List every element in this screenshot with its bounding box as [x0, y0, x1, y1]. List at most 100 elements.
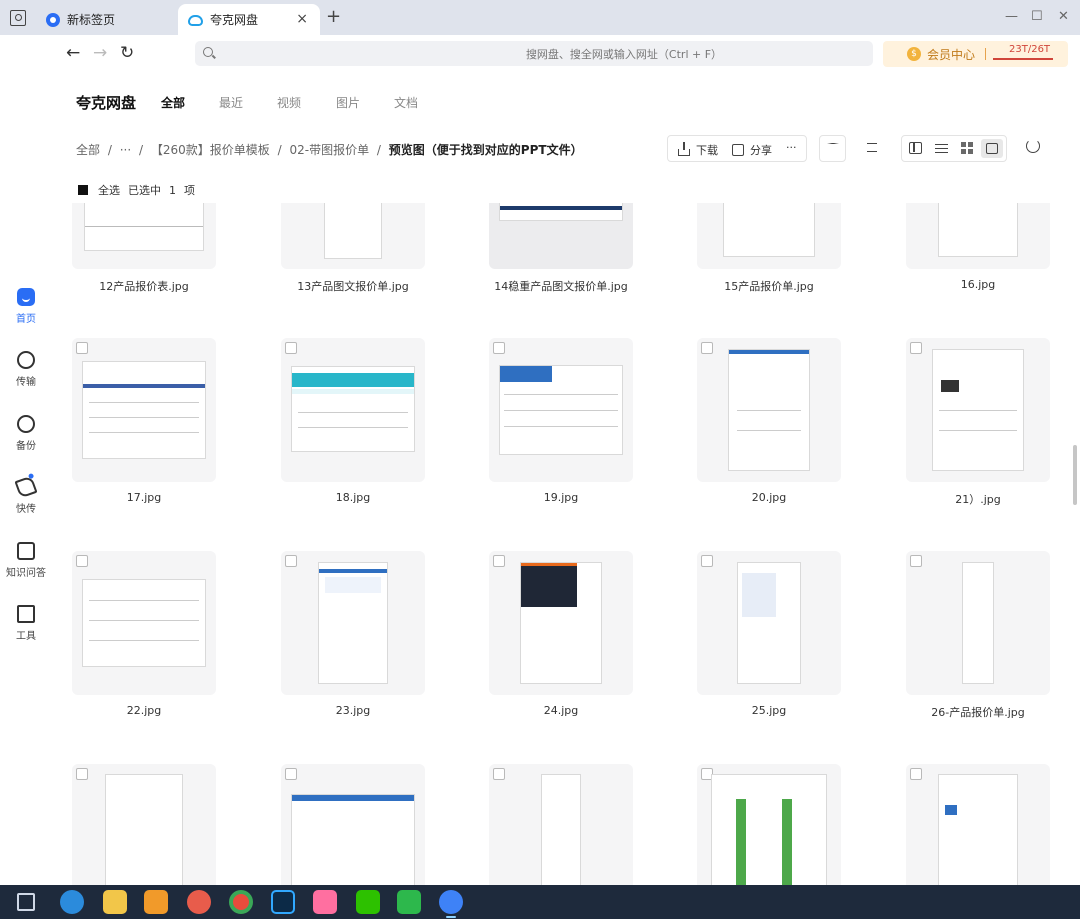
file-card[interactable]: [72, 203, 216, 269]
file-name[interactable]: 19.jpg: [471, 491, 651, 504]
wechat-icon[interactable]: [356, 890, 380, 914]
file-name[interactable]: 23.jpg: [263, 704, 443, 717]
file-name[interactable]: 14稳重产品图文报价单.jpg: [471, 278, 651, 294]
file-name[interactable]: 15产品报价单.jpg: [679, 278, 859, 294]
file-card[interactable]: [281, 764, 425, 885]
sidebar-item-home[interactable]: 首页: [0, 288, 52, 325]
file-explorer-icon[interactable]: [103, 890, 127, 914]
sidebar-item-qa[interactable]: 知识问答: [0, 542, 52, 579]
share-button[interactable]: 分享: [732, 142, 772, 158]
list-view-icon[interactable]: [935, 144, 948, 153]
chrome-icon[interactable]: [229, 890, 253, 914]
file-checkbox[interactable]: [910, 342, 922, 354]
search-input[interactable]: 搜网盘、搜全网或输入网址（Ctrl + F）: [195, 41, 873, 66]
column-view-icon[interactable]: [909, 142, 922, 154]
file-checkbox[interactable]: [76, 555, 88, 567]
preview-view-button[interactable]: [981, 139, 1003, 158]
file-checkbox[interactable]: [76, 768, 88, 780]
chat-app-icon[interactable]: [397, 890, 421, 914]
browser-icon[interactable]: [187, 890, 211, 914]
minimize-icon[interactable]: —: [1005, 9, 1018, 24]
file-name[interactable]: 22.jpg: [54, 704, 234, 717]
file-name[interactable]: 25.jpg: [679, 704, 859, 717]
tab-quark-drive[interactable]: 夸克网盘 ×: [178, 4, 320, 35]
photoshop-icon[interactable]: [271, 890, 295, 914]
edge-icon[interactable]: [60, 890, 84, 914]
file-name[interactable]: 16.jpg: [888, 278, 1068, 291]
breadcrumb-item[interactable]: 【260款】报价单模板: [151, 143, 270, 157]
file-card[interactable]: [906, 551, 1050, 695]
file-checkbox[interactable]: [910, 555, 922, 567]
file-card[interactable]: [489, 764, 633, 885]
file-checkbox[interactable]: [285, 342, 297, 354]
file-card[interactable]: [489, 203, 633, 269]
more-button[interactable]: ···: [786, 141, 797, 154]
file-checkbox[interactable]: [701, 555, 713, 567]
file-card[interactable]: [281, 551, 425, 695]
store-icon[interactable]: [144, 890, 168, 914]
file-card[interactable]: [697, 338, 841, 482]
file-checkbox[interactable]: [76, 342, 88, 354]
sidebar-item-backup[interactable]: 备份: [0, 415, 52, 452]
breadcrumb-item[interactable]: ···: [120, 143, 131, 157]
task-view-icon[interactable]: [17, 893, 35, 911]
file-checkbox[interactable]: [493, 555, 505, 567]
close-tab-icon[interactable]: ×: [296, 11, 308, 27]
file-checkbox[interactable]: [285, 555, 297, 567]
file-name[interactable]: 13产品图文报价单.jpg: [263, 278, 443, 294]
close-window-icon[interactable]: ✕: [1058, 9, 1069, 24]
back-icon[interactable]: ←: [66, 43, 80, 63]
file-card[interactable]: [72, 338, 216, 482]
reload-icon[interactable]: ↻: [120, 43, 134, 63]
file-name[interactable]: 21）.jpg: [888, 491, 1068, 507]
category-recent[interactable]: 最近: [219, 94, 243, 111]
filter-button[interactable]: [819, 135, 846, 162]
new-tab-button[interactable]: +: [326, 6, 341, 27]
file-name[interactable]: 12产品报价表.jpg: [54, 278, 234, 294]
file-name[interactable]: 17.jpg: [54, 491, 234, 504]
file-card[interactable]: [281, 338, 425, 482]
sidebar-item-transfer[interactable]: 传输: [0, 351, 52, 388]
file-name[interactable]: 24.jpg: [471, 704, 651, 717]
file-card[interactable]: [281, 203, 425, 269]
file-checkbox[interactable]: [493, 342, 505, 354]
sidebar-item-quick-send[interactable]: 快传: [0, 475, 52, 515]
file-card[interactable]: [697, 551, 841, 695]
file-name[interactable]: 26-产品报价单.jpg: [888, 704, 1068, 720]
tab-search-icon[interactable]: [10, 10, 26, 26]
category-image[interactable]: 图片: [336, 94, 360, 111]
category-all[interactable]: 全部: [161, 94, 185, 111]
vip-center-button[interactable]: $ 会员中心 23T/26T: [883, 41, 1068, 67]
file-checkbox[interactable]: [910, 768, 922, 780]
category-document[interactable]: 文档: [394, 94, 418, 111]
sidebar-item-tools[interactable]: 工具: [0, 605, 52, 642]
quark-browser-icon[interactable]: [439, 890, 463, 918]
file-checkbox[interactable]: [285, 768, 297, 780]
refresh-icon[interactable]: [1026, 139, 1040, 153]
design-app-icon[interactable]: [313, 890, 337, 914]
file-card[interactable]: [906, 764, 1050, 885]
file-card[interactable]: [906, 203, 1050, 269]
file-checkbox[interactable]: [701, 342, 713, 354]
file-checkbox[interactable]: [493, 768, 505, 780]
file-card[interactable]: [697, 764, 841, 885]
tab-new-tab[interactable]: 新标签页: [36, 4, 176, 35]
select-all-label[interactable]: 全选: [98, 182, 120, 198]
file-name[interactable]: 18.jpg: [263, 491, 443, 504]
maximize-icon[interactable]: ☐: [1031, 9, 1043, 24]
file-card[interactable]: [489, 338, 633, 482]
forward-icon[interactable]: →: [93, 43, 107, 63]
sort-button[interactable]: [860, 135, 887, 162]
select-all-checkbox[interactable]: [78, 185, 88, 195]
file-card[interactable]: [906, 338, 1050, 482]
breadcrumb-item[interactable]: 02-带图报价单: [289, 143, 369, 157]
file-card[interactable]: [72, 551, 216, 695]
file-card[interactable]: [489, 551, 633, 695]
category-video[interactable]: 视频: [277, 94, 301, 111]
download-button[interactable]: 下载: [678, 142, 718, 158]
file-card[interactable]: [72, 764, 216, 885]
grid-view-icon[interactable]: [961, 142, 974, 154]
file-card[interactable]: [697, 203, 841, 269]
breadcrumb-item[interactable]: 全部: [76, 143, 100, 157]
vertical-scrollbar[interactable]: [1073, 445, 1077, 505]
